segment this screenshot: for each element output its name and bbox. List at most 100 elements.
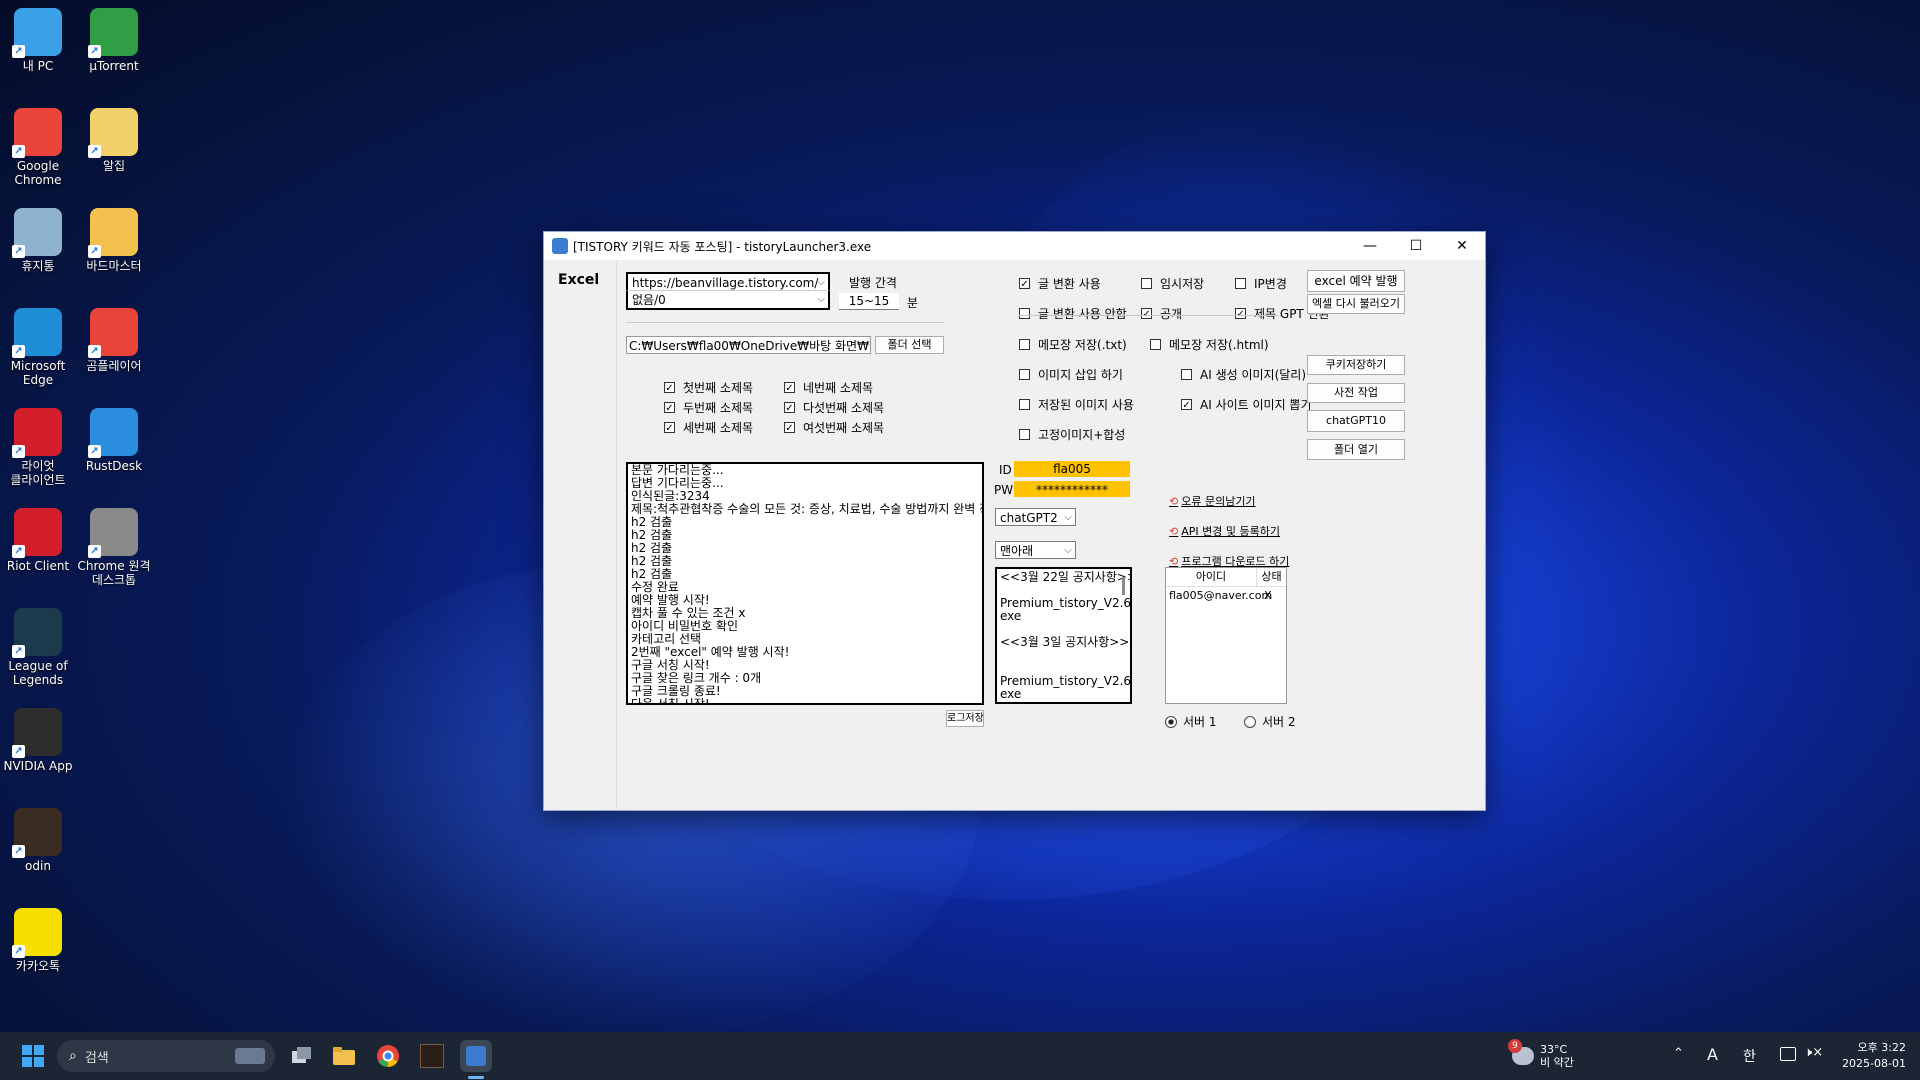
desktop-icon-label: µTorrent <box>89 59 139 73</box>
accounts-table[interactable]: 아이디 상태 fla005@naver.com X <box>1165 567 1287 704</box>
log-output[interactable]: 본문 가다리는중... 답변 기다리는중... 인식된글:3234 제목:척추관협착증… <box>626 462 984 705</box>
action-button-1[interactable]: excel 예약 발행 <box>1307 270 1405 292</box>
option-4[interactable]: 글 변환 사용 안함 <box>1019 305 1127 322</box>
table-row[interactable]: fla005@naver.com X <box>1166 587 1286 605</box>
title-bar[interactable]: [TISTORY 키워드 자동 포스팅] - tistoryLauncher3.… <box>544 232 1485 260</box>
checkbox-checked-icon: ✓ <box>784 382 795 394</box>
option-5[interactable]: ✓ 공개 <box>1141 305 1182 322</box>
log-save-button[interactable]: 로그저장 <box>946 710 984 727</box>
desktop-icon-7[interactable]: ↗ 곰플레이어 <box>76 308 152 373</box>
action-button-3[interactable]: 쿠키저장하기 <box>1307 355 1405 375</box>
subtitle-check-3[interactable]: ✓ 두번째 소제목 <box>664 399 753 416</box>
option-8[interactable]: 메모장 저장(.html) <box>1150 336 1269 353</box>
log-line: 제목:척추관협착증 수술의 모든 것: 증상, 치료법, 수술 방법까지 완벽 … <box>631 502 984 516</box>
desktop-icon-13[interactable]: ↗ NVIDIA App <box>0 708 76 773</box>
support-link-2[interactable]: ⟲ API 변경 및 등록하기 <box>1169 523 1280 539</box>
gomplayer-icon: ↗ <box>88 308 138 358</box>
option-2[interactable]: 임시저장 <box>1141 275 1204 292</box>
server-radio-1[interactable]: 서버 1 <box>1165 713 1217 730</box>
desktop-icon-14[interactable]: ↗ odin <box>0 808 76 873</box>
category-value: 없음/0 <box>632 293 666 307</box>
desktop-icon-1[interactable]: ↗ µTorrent <box>76 8 152 73</box>
file-explorer-icon[interactable] <box>328 1040 360 1072</box>
notice-box[interactable]: <<3월 22일 공지사항>> Premium_tistory_V2.64. exe… <box>995 567 1132 704</box>
subtitle-check-4[interactable]: ✓ 다섯번째 소제목 <box>784 399 884 416</box>
action-button-4[interactable]: 사전 작업 <box>1307 383 1405 403</box>
desktop-icon-6[interactable]: ↗ Microsoft Edge <box>0 308 76 387</box>
col-header-status[interactable]: 상태 <box>1257 568 1286 586</box>
option-3[interactable]: IP변경 <box>1235 275 1287 292</box>
notice-scrollbar[interactable] <box>1122 577 1125 595</box>
position-select[interactable]: 맨아래 ⌵ <box>995 541 1076 559</box>
desktop-icon-9[interactable]: ↗ RustDesk <box>76 408 152 473</box>
tab-excel[interactable]: Excel <box>558 272 599 288</box>
col-header-id[interactable]: 아이디 <box>1166 568 1257 586</box>
monitor-icon: ↗ <box>12 8 62 58</box>
action-button-6[interactable]: 폴더 열기 <box>1307 439 1405 460</box>
desktop-icon-8[interactable]: ↗ 라이엇 클라이언트 <box>0 408 76 487</box>
minimize-button[interactable]: — <box>1347 232 1393 260</box>
interval-input[interactable]: 15~15 <box>839 293 899 310</box>
option-1[interactable]: ✓ 글 변환 사용 <box>1019 275 1101 292</box>
riot-icon: ↗ <box>12 408 62 458</box>
ime-han[interactable]: 한 <box>1743 1046 1756 1066</box>
game-app-icon[interactable] <box>416 1040 448 1072</box>
desktop-icon-15[interactable]: ↗ 카카오톡 <box>0 908 76 973</box>
close-button[interactable]: ✕ <box>1439 232 1485 260</box>
ime-a[interactable]: A <box>1707 1045 1718 1064</box>
option-11[interactable]: 저장된 이미지 사용 <box>1019 396 1134 413</box>
blog-url-select[interactable]: https://beanvillage.tistory.com/⌵ <box>626 272 830 290</box>
folder-path-input[interactable]: C:₩Users₩fla00₩OneDrive₩바탕 화면₩바드마 <box>626 336 871 354</box>
log-line: h2 검출 <box>631 515 673 529</box>
lol-icon: ↗ <box>12 608 62 658</box>
desktop-icon-3[interactable]: ↗ 알집 <box>76 108 152 173</box>
maximize-button[interactable]: ☐ <box>1393 232 1439 260</box>
server-radio-2[interactable]: 서버 2 <box>1244 713 1296 730</box>
desktop-icon-10[interactable]: ↗ Riot Client <box>0 508 76 573</box>
chrome-icon[interactable] <box>372 1040 404 1072</box>
folder-select-button[interactable]: 폴더 선택 <box>875 336 944 354</box>
action-button-5[interactable]: chatGPT10 <box>1307 410 1405 432</box>
model-select[interactable]: chatGPT2 ⌵ <box>995 508 1076 526</box>
option-9-label: 이미지 삽입 하기 <box>1038 368 1123 382</box>
shortcut-arrow-icon: ↗ <box>12 645 25 658</box>
desktop-icon-0[interactable]: ↗ 내 PC <box>0 8 76 73</box>
category-select[interactable]: 없음/0 ⌵ <box>626 290 830 310</box>
subtitle-check-1-label: 첫번째 소제목 <box>683 381 754 395</box>
task-view-icon[interactable] <box>286 1040 318 1072</box>
support-link-1[interactable]: ⟲ 오류 문의남기기 <box>1169 493 1256 509</box>
desktop-icon-12[interactable]: ↗ League of Legends <box>0 608 76 687</box>
option-12[interactable]: ✓ AI 사이트 이미지 뽑기 <box>1181 396 1312 413</box>
desktop-icon-5[interactable]: ↗ 바드마스터 <box>76 208 152 273</box>
rustdesk-icon: ↗ <box>88 408 138 458</box>
windows-start-icon[interactable] <box>17 1040 49 1072</box>
subtitle-check-2[interactable]: ✓ 네번째 소제목 <box>784 379 873 396</box>
option-10[interactable]: AI 생성 이미지(달리) <box>1181 366 1306 383</box>
checkbox-icon <box>1181 369 1192 380</box>
id-field[interactable]: fla005 <box>1014 461 1130 477</box>
pw-field[interactable]: ************ <box>1014 481 1130 497</box>
subtitle-check-6[interactable]: ✓ 여섯번째 소제목 <box>784 419 884 436</box>
subtitle-check-1[interactable]: ✓ 첫번째 소제목 <box>664 379 753 396</box>
kakaotalk-icon: ↗ <box>12 908 62 958</box>
option-13[interactable]: 고정이미지+합성 <box>1019 426 1125 443</box>
desktop-icon-2[interactable]: ↗ Google Chrome <box>0 108 76 187</box>
tistory-launcher-icon[interactable] <box>460 1040 492 1072</box>
checkbox-icon <box>1019 369 1030 380</box>
option-7[interactable]: 메모장 저장(.txt) <box>1019 336 1127 353</box>
taskbar-search[interactable]: ⌕ 검색 <box>57 1040 275 1072</box>
tray-chevron-icon[interactable]: ⌃ <box>1673 1046 1684 1061</box>
clock[interactable]: 오후 3:22 2025-08-01 <box>1836 1040 1906 1072</box>
network-icon[interactable] <box>1780 1047 1796 1061</box>
checkbox-checked-icon: ✓ <box>664 382 675 394</box>
app-window: [TISTORY 키워드 자동 포스팅] - tistoryLauncher3.… <box>543 231 1486 811</box>
desktop-icon-11[interactable]: ↗ Chrome 원격 데스크톱 <box>76 508 152 587</box>
weather-widget[interactable]: 9 33°C 비 약간 <box>1508 1039 1574 1072</box>
action-button-2[interactable]: 엑셀 다시 불러오기 <box>1307 294 1405 314</box>
subtitle-check-5[interactable]: ✓ 세번째 소제목 <box>664 419 753 436</box>
subtitle-check-5-label: 세번째 소제목 <box>683 421 754 435</box>
volume-muted-icon[interactable]: 🕨× <box>1804 1045 1823 1060</box>
desktop-icon-4[interactable]: ↗ 휴지통 <box>0 208 76 273</box>
model-value: chatGPT2 <box>1000 511 1058 525</box>
option-9[interactable]: 이미지 삽입 하기 <box>1019 366 1123 383</box>
